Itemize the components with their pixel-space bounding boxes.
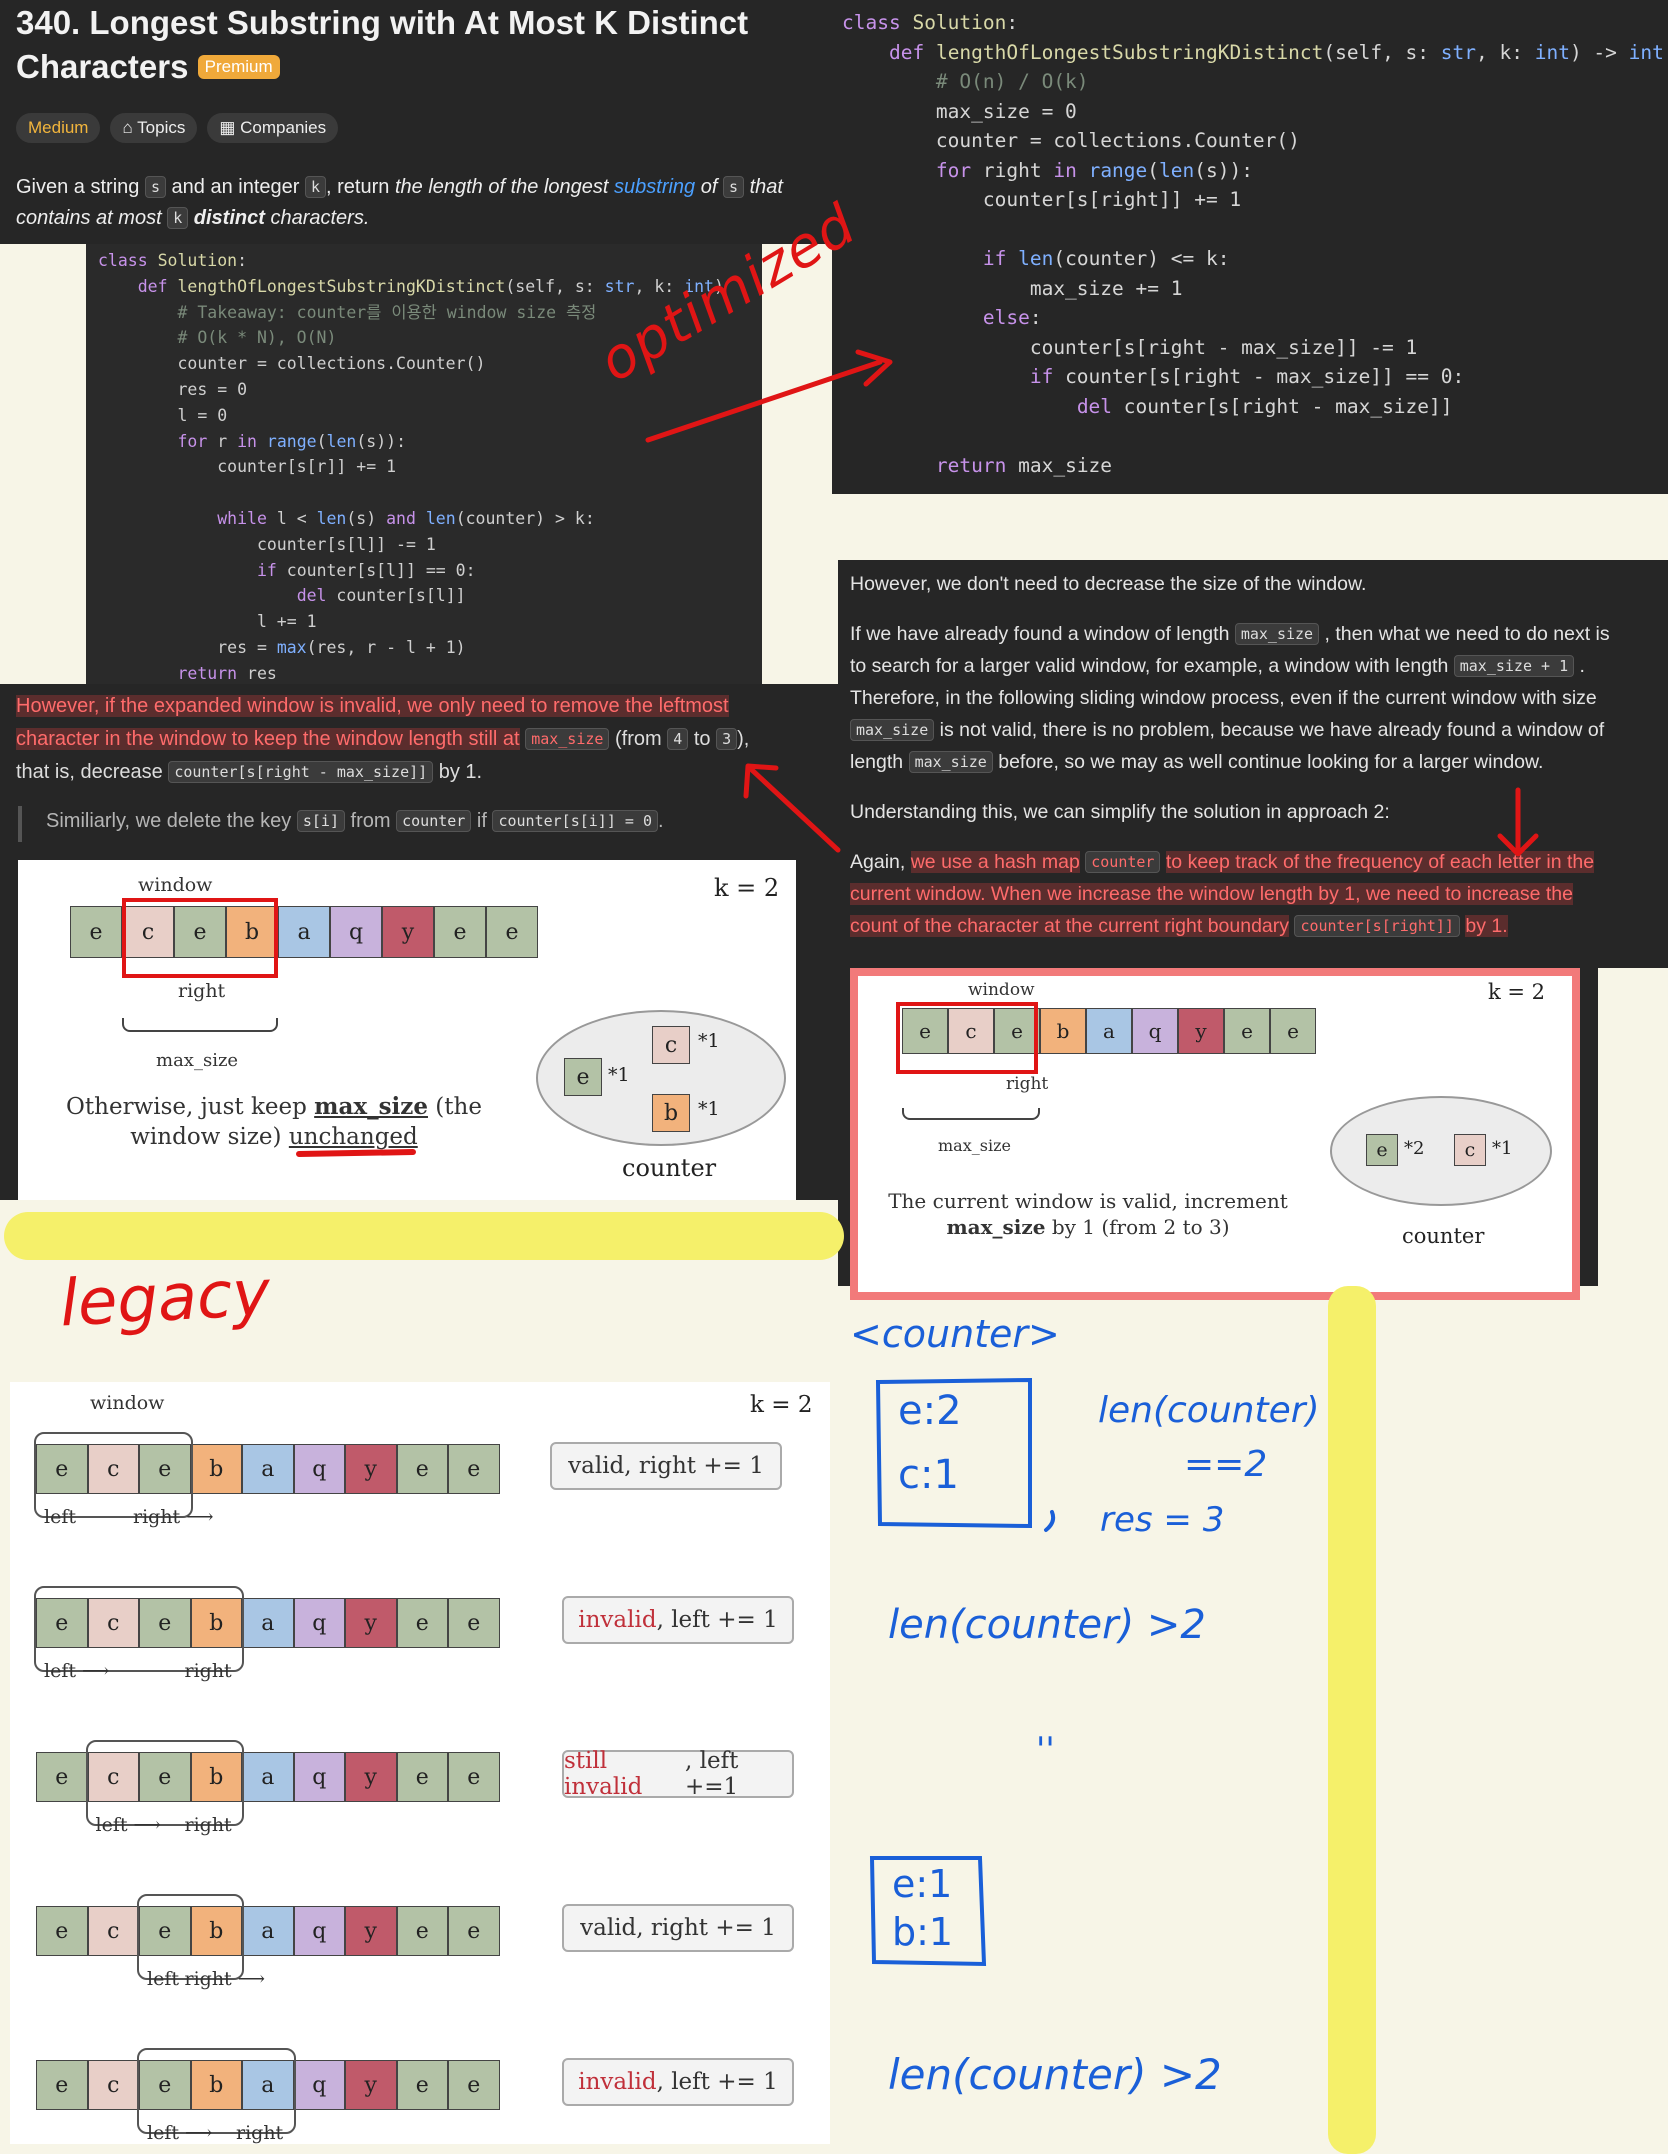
res-note: res = 3 (1100, 1500, 1225, 1540)
len-counter-note: len(counter) (1098, 1390, 1320, 1431)
optimized-arrow (645, 359, 883, 443)
comma-mark (1044, 1510, 1056, 1532)
counter-box2-line2: b:1 (892, 1910, 954, 1954)
counter-heading: <counter> (850, 1312, 1060, 1356)
counter-box1-line1: e:2 (898, 1388, 962, 1434)
len-gt-note-1: len(counter) >2 (888, 1602, 1206, 1648)
left-pointing-arrow (749, 767, 841, 853)
counter-box2-line1: e:1 (892, 1862, 953, 1906)
len-gt-note-2: len(counter) >2 (888, 2050, 1222, 2099)
ditto-mark: '' (1036, 1730, 1055, 1770)
counter-box1-line2: c:1 (898, 1452, 959, 1498)
eq2-note: ==2 (1184, 1444, 1268, 1485)
red-annotations (645, 349, 1539, 1967)
legacy-annotation: legacy (58, 1256, 272, 1342)
